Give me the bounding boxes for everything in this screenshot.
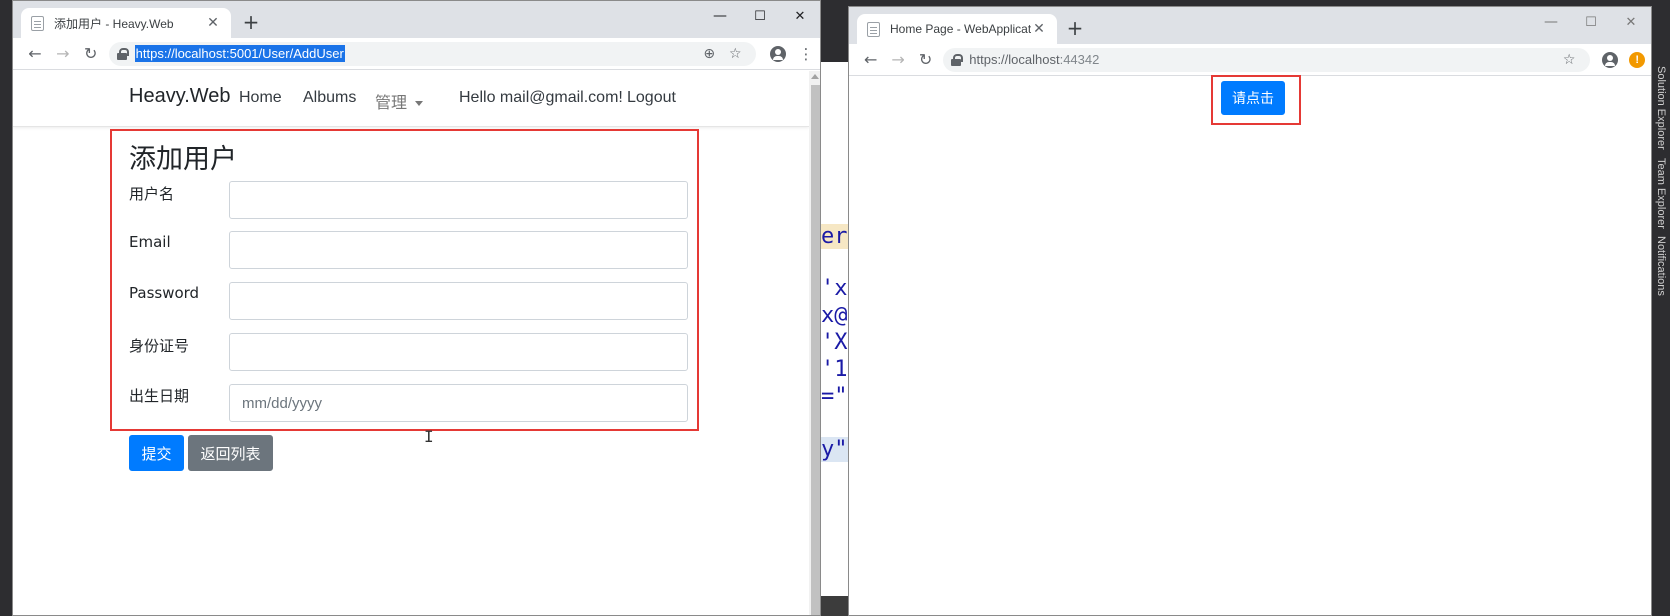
browser-toolbar: ← → ↻ https://localhost:44342 ☆ ! — [849, 44, 1651, 76]
ide-side-panels: Solution Explorer Team Explorer Notifica… — [1652, 0, 1670, 616]
back-arrow-icon[interactable]: ← — [857, 50, 884, 69]
lock-icon[interactable] — [951, 53, 964, 66]
browser-window-left: 添加用户 - Heavy.Web ✕ + — ☐ ✕ ← → ↻ https:/… — [12, 0, 821, 616]
text-cursor-icon: I — [424, 427, 434, 446]
code-fragment: y"> — [821, 437, 851, 462]
menu-kebab-icon[interactable]: ⋮ — [792, 45, 820, 63]
page-title: 添加用户 — [129, 144, 237, 175]
birthdate-input[interactable]: mm/dd/yyyy — [229, 384, 688, 422]
reload-icon[interactable]: ↻ — [77, 44, 105, 63]
code-fragment: er' — [821, 224, 851, 249]
bookmark-star-icon[interactable]: ☆ — [722, 46, 748, 62]
back-arrow-icon[interactable]: ← — [21, 44, 49, 63]
bookmark-star-icon[interactable]: ☆ — [1556, 52, 1582, 68]
window-controls: — ☐ ✕ — [700, 4, 820, 28]
nav-home[interactable]: Home — [239, 89, 282, 107]
reload-icon[interactable]: ↻ — [912, 50, 939, 69]
page-scrollbar[interactable] — [809, 71, 820, 615]
page-content: Heavy.Web Home Albums 管理 Hello mail@gmai… — [13, 71, 809, 615]
tab-home-page[interactable]: Home Page - WebApplication1 ✕ — [857, 14, 1057, 44]
address-url[interactable]: https://localhost:5001/User/AddUser — [134, 45, 697, 62]
id-number-label: 身份证号 — [129, 337, 190, 355]
password-label: Password — [129, 284, 200, 302]
nav-admin-dropdown[interactable]: 管理 — [375, 89, 424, 113]
tab-add-user[interactable]: 添加用户 - Heavy.Web ✕ — [21, 8, 231, 38]
tab-close-icon[interactable]: ✕ — [205, 15, 221, 31]
nav-albums[interactable]: Albums — [303, 89, 356, 107]
code-fragment: 'Xx — [821, 330, 851, 355]
close-window-icon[interactable]: ✕ — [780, 4, 820, 28]
tab-close-icon[interactable]: ✕ — [1031, 21, 1047, 37]
code-fragment: '12 — [821, 357, 851, 382]
update-alert-icon[interactable]: ! — [1624, 51, 1651, 69]
birthdate-label: 出生日期 — [129, 387, 190, 405]
window-controls: — ☐ ✕ — [1531, 10, 1651, 34]
profile-avatar-icon[interactable] — [764, 45, 792, 63]
submit-button[interactable]: 提交 — [129, 435, 184, 471]
browser-window-right: Home Page - WebApplication1 ✕ + — ☐ ✕ ← … — [848, 6, 1652, 616]
team-explorer-tab[interactable]: Team Explorer — [1655, 158, 1667, 229]
code-fragment: x@1 — [821, 303, 851, 328]
ide-status-bar — [821, 596, 851, 616]
maximize-icon[interactable]: ☐ — [1571, 10, 1611, 34]
zoom-icon[interactable]: ⊕ — [696, 46, 722, 62]
tab-title: 添加用户 - Heavy.Web — [54, 16, 174, 31]
tab-title: Home Page - WebApplication1 — [890, 22, 1031, 36]
new-tab-button[interactable]: + — [239, 10, 263, 34]
id-number-input[interactable] — [229, 333, 688, 371]
new-tab-button[interactable]: + — [1063, 16, 1087, 40]
nav-logout[interactable]: Logout — [627, 89, 676, 107]
page-favicon-icon — [867, 21, 880, 37]
tab-strip: Home Page - WebApplication1 ✕ + — ☐ ✕ — [849, 7, 1651, 44]
ide-code-editor: er' 'xx x@1 'Xx '12 ="2 y"> — [821, 62, 851, 616]
scroll-up-arrow-icon[interactable] — [811, 74, 819, 79]
code-fragment: ="2 — [821, 384, 851, 409]
site-navbar: Heavy.Web Home Albums 管理 Hello mail@gmai… — [13, 71, 809, 127]
lock-icon[interactable] — [116, 47, 129, 60]
address-url[interactable]: https://localhost:44342 — [969, 52, 1556, 67]
close-window-icon[interactable]: ✕ — [1611, 10, 1651, 34]
code-fragment: 'xx — [821, 276, 851, 301]
forward-arrow-icon[interactable]: → — [884, 50, 911, 69]
scroll-thumb[interactable] — [811, 85, 820, 615]
tab-strip: 添加用户 - Heavy.Web ✕ + — ☐ ✕ — [13, 1, 820, 38]
minimize-icon[interactable]: — — [700, 4, 740, 28]
email-label: Email — [129, 233, 171, 251]
navbar-brand[interactable]: Heavy.Web — [129, 85, 231, 108]
solution-explorer-tab[interactable]: Solution Explorer — [1655, 66, 1667, 150]
nav-greeting[interactable]: Hello mail@gmail.com! — [459, 89, 623, 107]
browser-toolbar: ← → ↻ https://localhost:5001/User/AddUse… — [13, 38, 820, 70]
minimize-icon[interactable]: — — [1531, 10, 1571, 34]
back-to-list-button[interactable]: 返回列表 — [188, 435, 273, 471]
password-input[interactable] — [229, 282, 688, 320]
address-bar[interactable]: https://localhost:44342 ☆ — [943, 47, 1591, 72]
page-favicon-icon — [31, 15, 44, 31]
email-input[interactable] — [229, 231, 688, 269]
maximize-icon[interactable]: ☐ — [740, 4, 780, 28]
forward-arrow-icon[interactable]: → — [49, 44, 77, 63]
notifications-tab[interactable]: Notifications — [1655, 236, 1667, 296]
username-label: 用户名 — [129, 185, 175, 203]
address-bar[interactable]: https://localhost:5001/User/AddUser ⊕ ☆ — [108, 41, 757, 66]
profile-avatar-icon[interactable] — [1596, 51, 1623, 69]
click-me-button[interactable]: 请点击 — [1221, 81, 1285, 115]
username-input[interactable] — [229, 181, 688, 219]
page-content: 请点击 — [849, 75, 1651, 615]
caret-down-icon — [415, 101, 424, 107]
